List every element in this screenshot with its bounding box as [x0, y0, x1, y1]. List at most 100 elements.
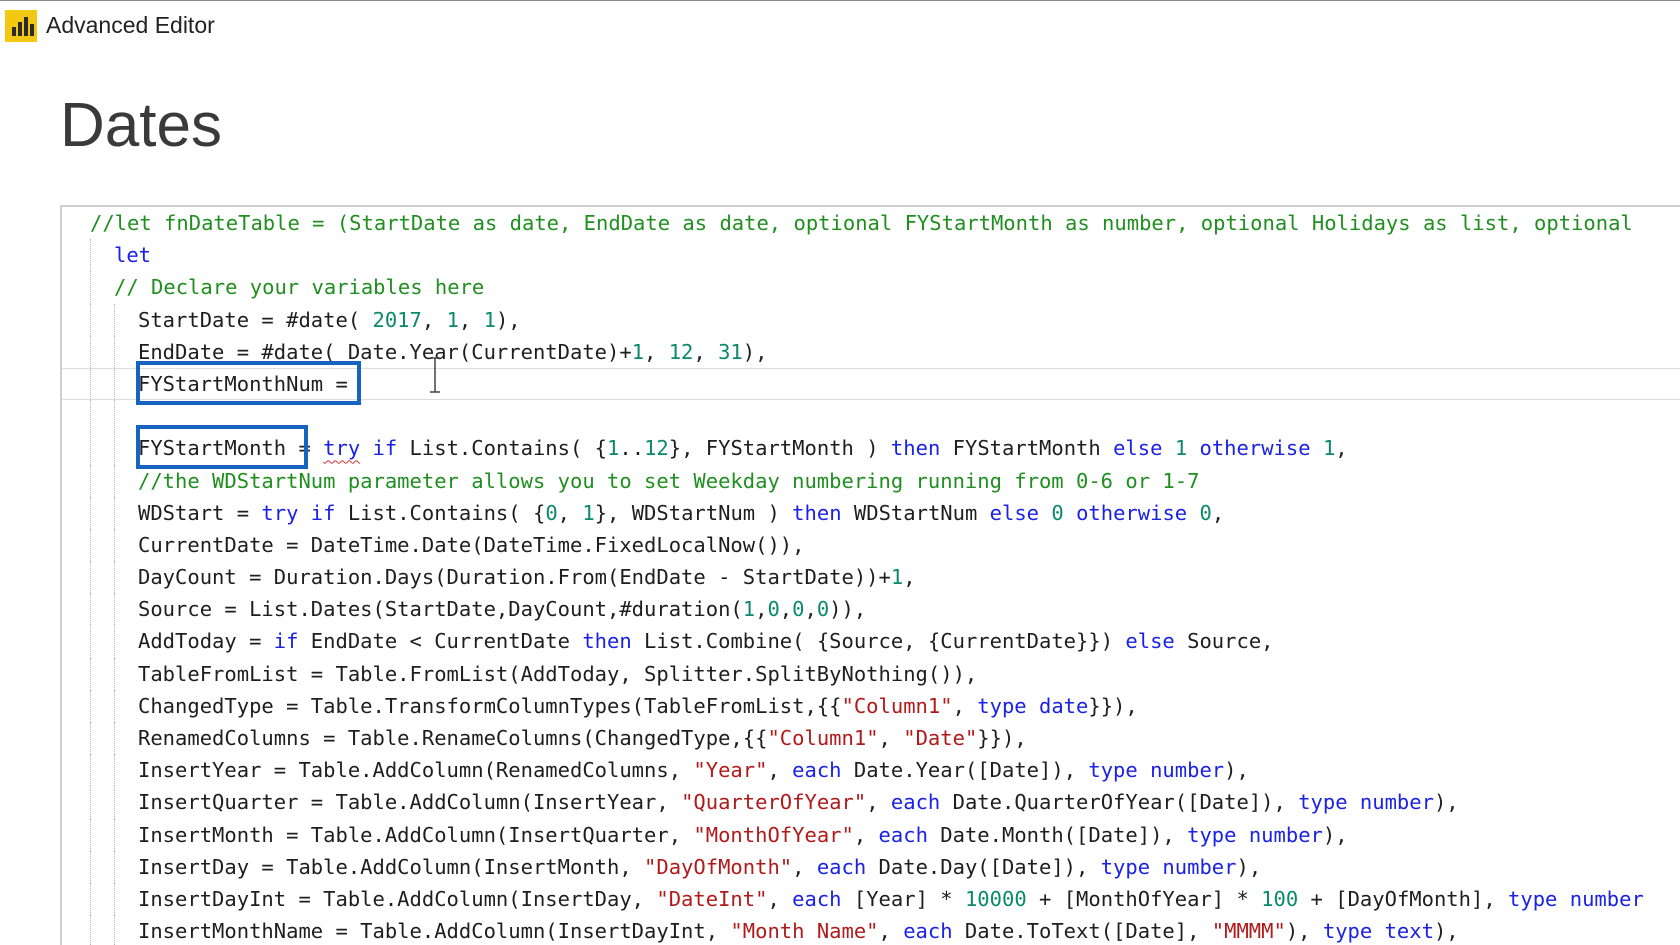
code-token: List.Contains( { — [335, 500, 546, 525]
code-lines[interactable]: //let fnDateTable = (StartDate as date, … — [62, 207, 1680, 945]
indent-guide — [90, 561, 91, 594]
code-line[interactable]: DayCount = Duration.Days(Duration.From(E… — [62, 561, 1680, 594]
code-token: text — [1384, 919, 1434, 944]
indent-guide — [90, 689, 91, 722]
code-line[interactable]: let — [62, 239, 1680, 272]
code-token: "DateInt" — [656, 886, 768, 911]
indent-guide — [90, 528, 91, 562]
code-token: if — [372, 436, 398, 461]
code-token: try — [261, 500, 299, 525]
code-token: each — [890, 790, 941, 815]
code-token: number — [1569, 886, 1644, 911]
indent-guide — [90, 464, 91, 497]
code-token: 0 — [1199, 500, 1212, 525]
code-line[interactable]: //let fnDateTable = (StartDate as date, … — [62, 207, 1680, 239]
code-token: type — [1508, 886, 1558, 911]
code-token: otherwise — [1199, 436, 1311, 461]
code-line[interactable]: InsertMonthName = Table.AddColumn(Insert… — [62, 915, 1680, 945]
code-line[interactable]: FYStartMonthNum = — [62, 367, 1680, 401]
code-line-text: RenamedColumns = Table.RenameColumns(Cha… — [138, 722, 1027, 754]
code-line[interactable]: InsertDay = Table.AddColumn(InsertMonth,… — [62, 850, 1680, 883]
code-token: , — [853, 822, 879, 847]
code-token: each — [792, 886, 842, 911]
code-token: "DayOfMonth" — [644, 854, 793, 879]
code-token: 1 — [582, 500, 595, 525]
code-token: each — [878, 822, 928, 847]
code-token: , — [693, 339, 719, 364]
code-line[interactable]: Source = List.Dates(StartDate,DayCount,#… — [62, 593, 1680, 626]
code-token: 10000 — [964, 886, 1027, 911]
code-token: .. — [619, 436, 645, 461]
code-line-text: InsertDay = Table.AddColumn(InsertMonth,… — [138, 851, 1261, 883]
code-token: , — [878, 919, 904, 944]
code-line[interactable] — [62, 400, 1680, 433]
code-token: else — [989, 500, 1040, 525]
code-token: then — [792, 500, 842, 525]
indent-guide — [90, 335, 91, 368]
code-token: , — [952, 693, 978, 718]
code-line[interactable]: RenamedColumns = Table.RenameColumns(Cha… — [62, 722, 1680, 755]
code-token: EndDate = #date( Date.Year(CurrentDate)+ — [138, 339, 632, 364]
code-token: "Column1" — [841, 693, 953, 718]
code-token: ), — [1322, 822, 1348, 847]
code-line[interactable]: TableFromList = Table.FromList(AddToday,… — [62, 657, 1680, 690]
code-line[interactable]: StartDate = #date( 2017, 1, 1), — [62, 303, 1680, 336]
code-token: 1 — [742, 597, 756, 622]
code-token: , — [878, 726, 904, 750]
code-line-text: StartDate = #date( 2017, 1, 1), — [138, 304, 521, 336]
code-token: FYStartMonth = — [138, 436, 324, 461]
code-token: type — [1187, 822, 1237, 847]
code-token: InsertQuarter = Table.AddColumn(InsertYe… — [138, 790, 682, 815]
code-token: type — [977, 693, 1027, 718]
code-line-text: ChangedType = Table.TransformColumnTypes… — [138, 690, 1138, 722]
code-line-text: DayCount = Duration.Days(Duration.From(E… — [138, 561, 916, 593]
code-token: }}), — [1088, 693, 1138, 718]
code-line[interactable]: CurrentDate = DateTime.Date(DateTime.Fix… — [62, 528, 1680, 562]
code-token: 1 — [890, 565, 904, 590]
code-line[interactable]: AddToday = if EndDate < CurrentDate then… — [62, 625, 1680, 658]
code-token: RenamedColumns = Table.RenameColumns(Cha… — [138, 726, 768, 750]
indent-guide — [90, 593, 91, 626]
code-token: ), — [495, 307, 521, 332]
code-token: 2017 — [372, 307, 422, 332]
code-line[interactable]: ChangedType = Table.TransformColumnTypes… — [62, 689, 1680, 722]
code-token: InsertDay = Table.AddColumn(InsertMonth, — [138, 854, 645, 879]
code-line[interactable]: InsertMonth = Table.AddColumn(InsertQuar… — [62, 818, 1680, 851]
code-token: InsertMonthName = Table.AddColumn(Insert… — [138, 919, 731, 944]
code-line[interactable]: // Declare your variables here — [62, 271, 1680, 304]
code-token: , — [1335, 436, 1348, 461]
code-token: , — [421, 307, 447, 332]
indent-guide — [114, 625, 115, 658]
code-token: else — [1125, 629, 1175, 654]
code-line[interactable]: WDStart = try if List.Contains( {0, 1}, … — [62, 496, 1680, 529]
code-line[interactable]: EndDate = #date( Date.Year(CurrentDate)+… — [62, 335, 1680, 368]
code-line[interactable]: InsertDayInt = Table.AddColumn(InsertDay… — [62, 882, 1680, 916]
code-token: Source, — [1174, 629, 1274, 654]
code-line[interactable]: InsertQuarter = Table.AddColumn(InsertYe… — [62, 786, 1680, 819]
code-token: then — [582, 629, 632, 654]
code-editor[interactable]: //let fnDateTable = (StartDate as date, … — [60, 205, 1680, 945]
code-token: "Year" — [693, 758, 768, 783]
code-token: TableFromList = Table.FromList(AddToday,… — [138, 661, 978, 686]
code-token: "Month Name" — [730, 919, 879, 944]
indent-guide — [114, 915, 115, 945]
code-token: CurrentDate = DateTime.Date(DateTime.Fix… — [138, 532, 805, 557]
code-token: "QuarterOfYear" — [681, 790, 867, 815]
code-line[interactable]: //the WDStartNum parameter allows you to… — [62, 464, 1680, 497]
indent-guide — [114, 722, 115, 755]
code-token: "MMMM" — [1211, 919, 1286, 944]
code-line[interactable]: InsertYear = Table.AddColumn(RenamedColu… — [62, 754, 1680, 787]
code-token: }, FYStartMonth ) — [668, 436, 891, 461]
code-token: 100 — [1261, 886, 1299, 911]
code-line[interactable]: FYStartMonth = try if List.Contains( {1.… — [62, 432, 1680, 465]
code-token: WDStartNum — [841, 500, 990, 525]
code-token: number — [1359, 790, 1434, 815]
code-line-text: WDStart = try if List.Contains( {0, 1}, … — [138, 497, 1224, 529]
code-token: , — [767, 758, 793, 783]
code-token: 1 — [446, 307, 459, 332]
